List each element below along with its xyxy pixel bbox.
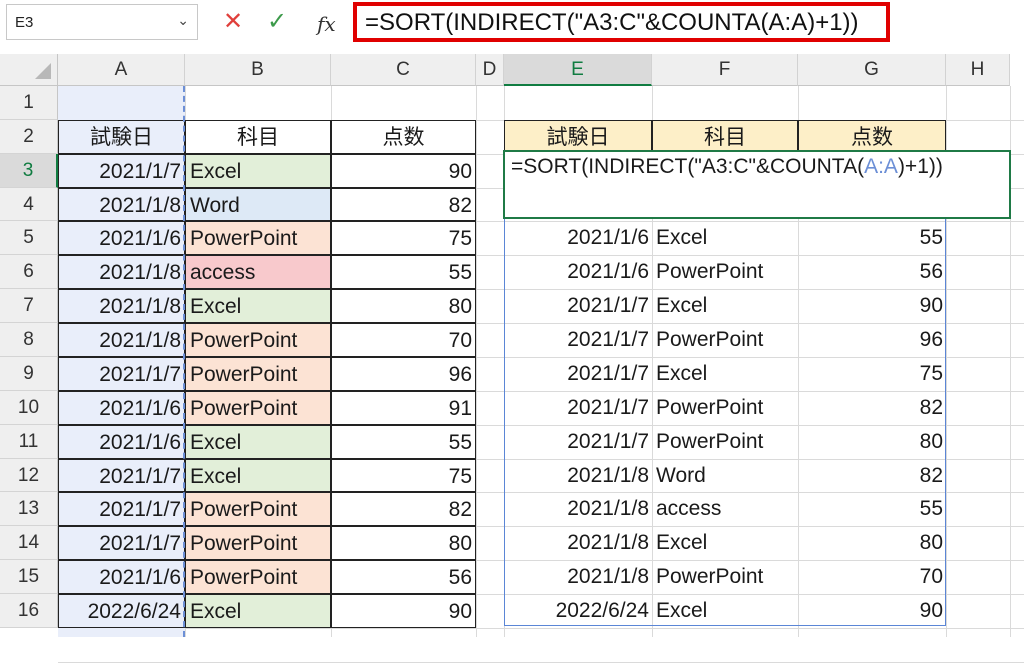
- left-table-score-cell[interactable]: 82: [331, 188, 476, 221]
- left-table-subject-cell[interactable]: PowerPoint: [185, 323, 331, 357]
- row-header-8[interactable]: 8: [0, 323, 58, 357]
- left-table-subject-cell[interactable]: Excel: [185, 425, 331, 459]
- right-table-header-cell[interactable]: 科目: [652, 120, 798, 154]
- row-header-2[interactable]: 2: [0, 120, 58, 154]
- left-table-date-cell[interactable]: 2021/1/8: [58, 188, 185, 221]
- left-table-date-cell[interactable]: 2021/1/6: [58, 221, 185, 255]
- row-header-4[interactable]: 4: [0, 188, 58, 221]
- row-header-10[interactable]: 10: [0, 391, 58, 425]
- edit-formula-part-1: =SORT(INDIRECT("A3:C"&COUNTA(: [511, 155, 865, 178]
- formula-buttons: ✕ ✓ fx: [205, 4, 345, 40]
- formula-input[interactable]: =SORT(INDIRECT("A3:C"&COUNTA(A:A)+1)): [353, 2, 890, 42]
- row-header-3[interactable]: 3: [0, 154, 58, 188]
- column-header-h[interactable]: H: [946, 54, 1010, 86]
- column-header-g[interactable]: G: [798, 54, 946, 86]
- left-table-date-cell[interactable]: 2022/6/24: [58, 594, 185, 628]
- row-header-11[interactable]: 11: [0, 425, 58, 459]
- left-table-score-cell[interactable]: 75: [331, 221, 476, 255]
- select-all-corner[interactable]: [0, 54, 58, 86]
- row-header-1[interactable]: 1: [0, 86, 58, 120]
- left-table-header-cell[interactable]: 科目: [185, 120, 331, 154]
- left-table-score-cell[interactable]: 82: [331, 492, 476, 526]
- gridline-h: [58, 628, 1024, 629]
- edit-formula-part-3: )+1)): [897, 155, 943, 178]
- column-header-c[interactable]: C: [331, 54, 476, 86]
- row-header-12[interactable]: 12: [0, 459, 58, 492]
- name-box-value: E3: [15, 14, 34, 31]
- row-header-9[interactable]: 9: [0, 357, 58, 391]
- left-table-date-cell[interactable]: 2021/1/8: [58, 255, 185, 289]
- left-table-date-cell[interactable]: 2021/1/8: [58, 289, 185, 323]
- left-table-subject-cell[interactable]: PowerPoint: [185, 357, 331, 391]
- gridline-v: [476, 86, 477, 637]
- right-table-header-cell[interactable]: 点数: [798, 120, 946, 154]
- left-table-header-cell[interactable]: 点数: [331, 120, 476, 154]
- chevron-down-icon[interactable]: ⌄: [177, 12, 189, 29]
- left-table-date-cell[interactable]: 2021/1/7: [58, 526, 185, 560]
- left-table-score-cell[interactable]: 80: [331, 526, 476, 560]
- left-table-date-cell[interactable]: 2021/1/7: [58, 492, 185, 526]
- left-table-date-cell[interactable]: 2021/1/6: [58, 391, 185, 425]
- cancel-icon[interactable]: ✕: [223, 8, 243, 36]
- row-header-7[interactable]: 7: [0, 289, 58, 323]
- row-header-13[interactable]: 13: [0, 492, 58, 526]
- left-table-subject-cell[interactable]: Word: [185, 188, 331, 221]
- column-header-b[interactable]: B: [185, 54, 331, 86]
- left-table-date-cell[interactable]: 2021/1/8: [58, 323, 185, 357]
- left-table-subject-cell[interactable]: Excel: [185, 289, 331, 323]
- left-table-subject-cell[interactable]: PowerPoint: [185, 526, 331, 560]
- row-header-6[interactable]: 6: [0, 255, 58, 289]
- left-table-subject-cell[interactable]: PowerPoint: [185, 391, 331, 425]
- left-table-score-cell[interactable]: 90: [331, 594, 476, 628]
- left-table-subject-cell[interactable]: Excel: [185, 594, 331, 628]
- left-table-score-cell[interactable]: 96: [331, 357, 476, 391]
- left-table-score-cell[interactable]: 90: [331, 154, 476, 188]
- editing-cell-e3[interactable]: =SORT(INDIRECT("A3:C"&COUNTA(A:A)+1)): [503, 150, 1011, 219]
- left-table-date-cell[interactable]: 2021/1/7: [58, 357, 185, 391]
- right-table-header-cell[interactable]: 試験日: [504, 120, 652, 154]
- left-table-score-cell[interactable]: 55: [331, 255, 476, 289]
- left-table-score-cell[interactable]: 91: [331, 391, 476, 425]
- edit-formula-reference: A:A: [864, 155, 898, 178]
- column-header-d[interactable]: D: [476, 54, 504, 86]
- left-table-score-cell[interactable]: 70: [331, 323, 476, 357]
- column-header-f[interactable]: F: [652, 54, 798, 86]
- row-header-5[interactable]: 5: [0, 221, 58, 255]
- row-header-14[interactable]: 14: [0, 526, 58, 560]
- left-table-subject-cell[interactable]: Excel: [185, 154, 331, 188]
- enter-check-icon[interactable]: ✓: [267, 8, 287, 36]
- left-table-subject-cell[interactable]: access: [185, 255, 331, 289]
- spill-range-border: [504, 218, 946, 626]
- left-table-date-cell[interactable]: 2021/1/6: [58, 560, 185, 594]
- column-header-e[interactable]: E: [504, 54, 652, 86]
- left-table-subject-cell[interactable]: PowerPoint: [185, 492, 331, 526]
- left-table-subject-cell[interactable]: PowerPoint: [185, 560, 331, 594]
- row-header-16[interactable]: 16: [0, 594, 58, 628]
- left-table-date-cell[interactable]: 2021/1/7: [58, 154, 185, 188]
- left-table-date-cell[interactable]: 2021/1/6: [58, 425, 185, 459]
- left-table-date-cell[interactable]: 2021/1/7: [58, 459, 185, 492]
- column-a-reference-marquee: [183, 86, 185, 637]
- left-table-score-cell[interactable]: 75: [331, 459, 476, 492]
- name-box[interactable]: E3 ⌄: [6, 4, 198, 40]
- left-table-score-cell[interactable]: 56: [331, 560, 476, 594]
- row-header-15[interactable]: 15: [0, 560, 58, 594]
- left-table-score-cell[interactable]: 55: [331, 425, 476, 459]
- left-table-score-cell[interactable]: 80: [331, 289, 476, 323]
- left-table-subject-cell[interactable]: Excel: [185, 459, 331, 492]
- left-table-header-cell[interactable]: 試験日: [58, 120, 185, 154]
- left-table-subject-cell[interactable]: PowerPoint: [185, 221, 331, 255]
- column-header-a[interactable]: A: [58, 54, 185, 86]
- insert-function-icon[interactable]: fx: [317, 10, 336, 38]
